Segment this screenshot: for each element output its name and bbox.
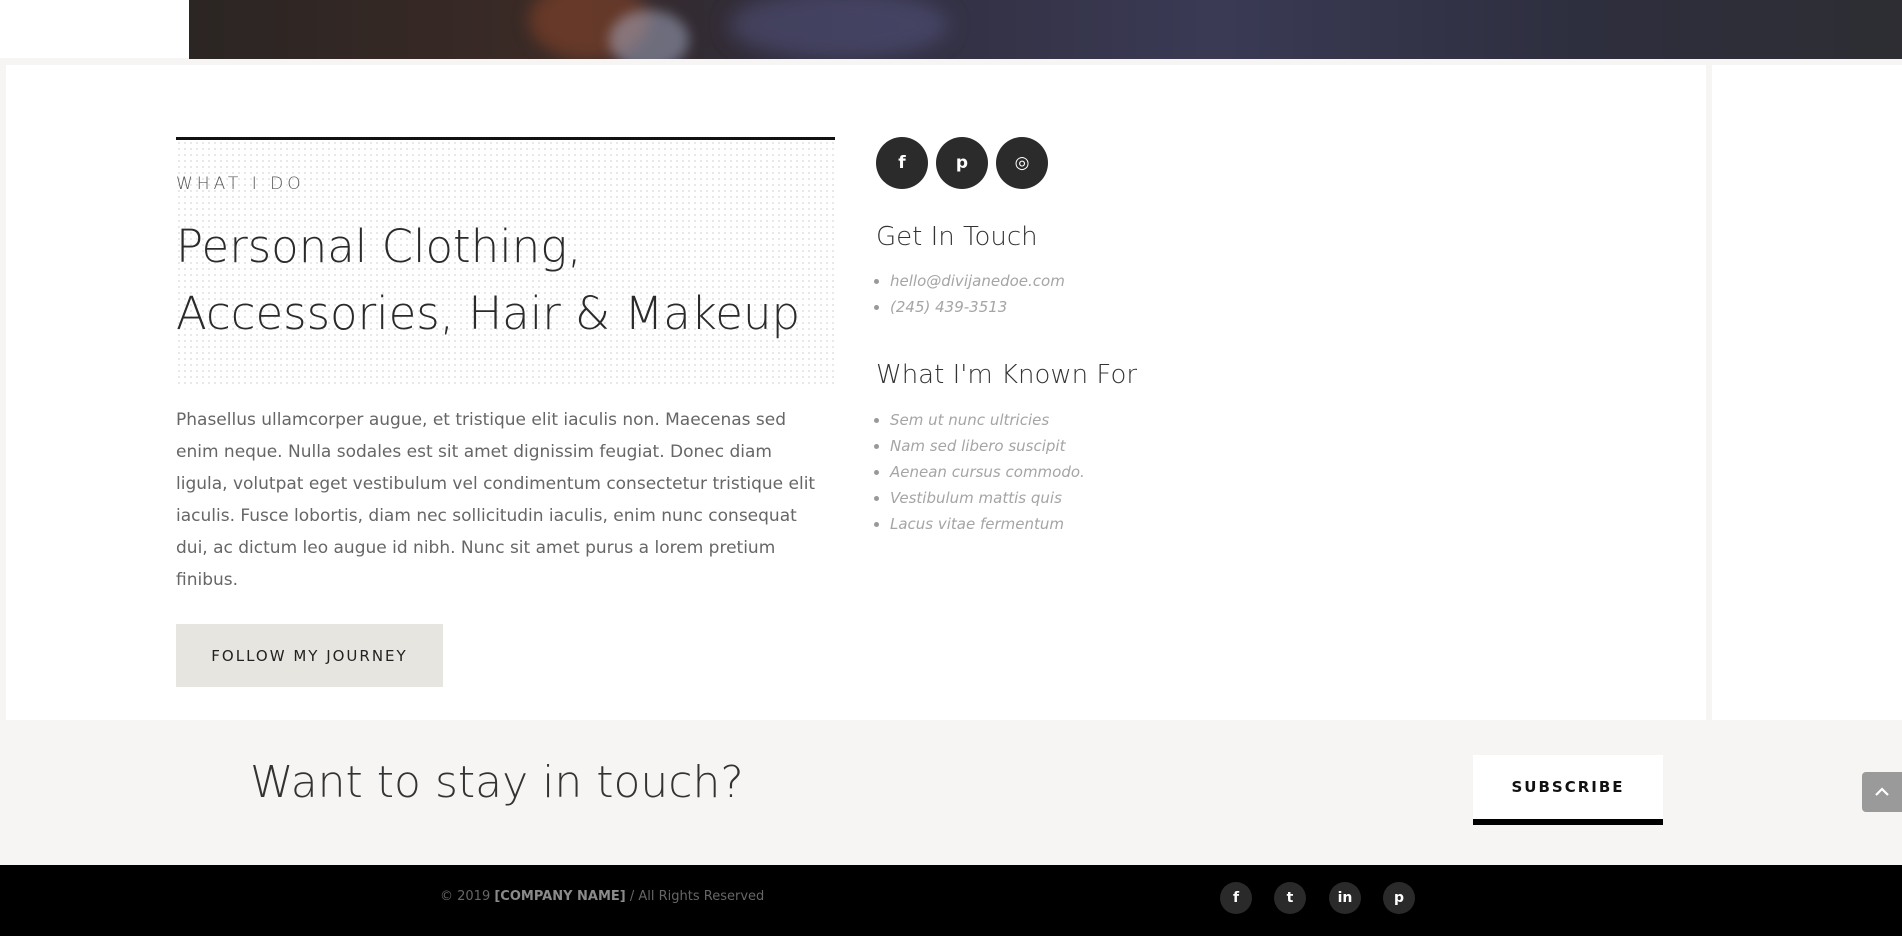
about-paragraph: Phasellus ullamcorper augue, et tristiqu… [176,410,816,590]
facebook-icon: f [1232,890,1240,906]
footer-facebook-link[interactable]: f [1220,882,1252,914]
list-item: Lacus vitae fermentum [890,511,1085,537]
linkedin-icon: in [1337,890,1353,906]
instagram-icon: ◎ [1014,153,1030,173]
section-eyebrow: WHAT I DO [176,174,305,194]
top-white-area [0,0,189,58]
scroll-to-top-button[interactable] [1862,772,1902,812]
facebook-icon: f [898,153,906,173]
about-heading-column: WHAT I DO Personal Clothing, Accessories… [176,137,835,388]
footer-pinterest-link[interactable]: p [1383,882,1415,914]
known-for-list: Sem ut nunc ultricies Nam sed libero sus… [874,407,1085,537]
contact-phone[interactable]: (245) 439-3513 [890,294,1065,320]
hero-image-strip [189,0,1902,59]
twitter-icon: t [1286,890,1294,906]
right-side-panel [1712,65,1902,720]
list-item: Nam sed libero suscipit [890,433,1085,459]
footer-linkedin-link[interactable]: in [1329,882,1361,914]
list-item: Vestibulum mattis quis [890,485,1085,511]
known-for-heading: What I'm Known For [876,360,1138,390]
hero-image-detail [609,10,689,59]
pinterest-button[interactable]: p [936,137,988,189]
follow-my-journey-button[interactable]: FOLLOW MY JOURNEY [176,624,443,687]
footer [0,865,1902,936]
heading-block: WHAT I DO Personal Clothing, Accessories… [176,137,835,388]
chevron-up-icon [1875,787,1889,796]
footer-twitter-link[interactable]: t [1274,882,1306,914]
get-in-touch-heading: Get In Touch [876,222,1038,252]
company-name: [COMPANY NAME] [494,889,626,904]
contact-list: hello@divijanedoe.com (245) 439-3513 [874,268,1065,320]
copyright-rights: / All Rights Reserved [629,889,765,904]
list-item: Aenean cursus commodo. [890,459,1085,485]
subscribe-button[interactable]: SUBSCRIBE [1473,755,1663,825]
pinterest-icon: p [955,153,969,173]
pinterest-icon: p [1393,890,1405,906]
newsletter-title: Want to stay in touch? [250,757,744,808]
list-item: Sem ut nunc ultricies [890,407,1085,433]
copyright-text: © 2019 [COMPANY NAME] / All Rights Reser… [440,889,764,904]
hero-image-detail [729,0,949,59]
contact-email[interactable]: hello@divijanedoe.com [890,268,1065,294]
facebook-button[interactable]: f [876,137,928,189]
page-title: Personal Clothing, Accessories, Hair & M… [176,220,801,340]
instagram-button[interactable]: ◎ [996,137,1048,189]
copyright-year: © 2019 [440,889,491,904]
